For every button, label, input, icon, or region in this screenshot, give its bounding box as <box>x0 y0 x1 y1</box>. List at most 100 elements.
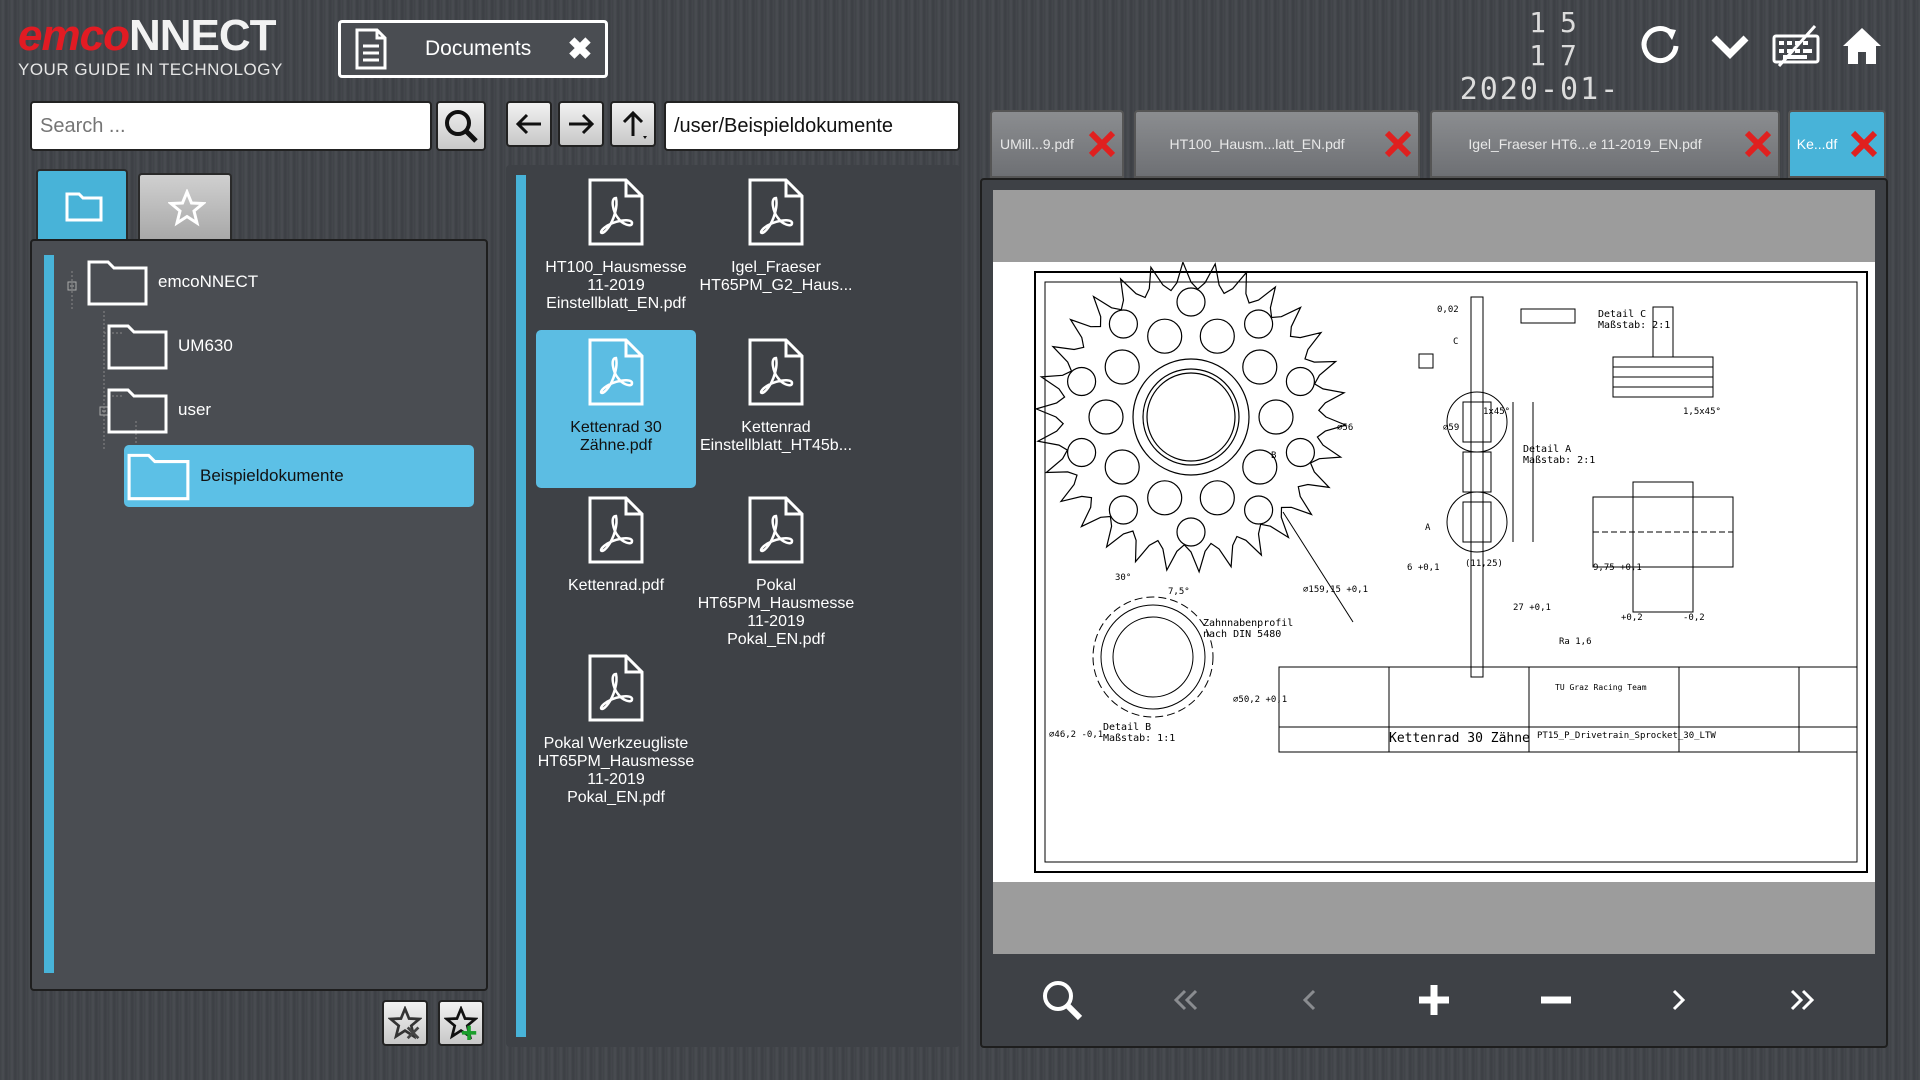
search-icon <box>445 110 478 143</box>
detail-b-view <box>1092 596 1214 718</box>
documents-app-tab[interactable]: Documents ✖ <box>338 20 608 78</box>
file-item[interactable]: Igel_Fraeser HT65PM_G2_Haus... <box>696 170 856 328</box>
org-label: TU Graz Racing Team <box>1555 683 1647 692</box>
file-item[interactable]: Pokal Werkzeugliste HT65PM_Hausmesse 11-20… <box>536 646 696 806</box>
folder-icon <box>127 453 190 501</box>
close-icon[interactable] <box>1738 129 1778 159</box>
prev-page-button[interactable] <box>1280 970 1340 1030</box>
pdf-file-icon <box>748 338 804 406</box>
file-name: Kettenrad 30 Zähne.pdf <box>570 419 662 454</box>
lightening-hole-outer <box>1244 309 1274 339</box>
forward-button[interactable] <box>558 101 604 147</box>
file-name: Pokal Werkzeugliste HT65PM_Hausmesse 11-20… <box>537 735 695 806</box>
dimension-label: 7,5° <box>1168 587 1190 597</box>
pdf-file-icon-wrap <box>586 338 646 411</box>
lightening-hole-outer <box>1285 437 1315 468</box>
pdf-tab-label: UMill...9.pdf <box>1000 136 1074 152</box>
tree-scrollbar[interactable] <box>44 255 54 973</box>
hub-spline-circle <box>1142 368 1240 466</box>
pdf-tab-kettenrad[interactable]: Ke...df <box>1788 110 1886 178</box>
hub-bore-circle <box>1146 372 1236 462</box>
dimension-label: 6 +0,1 <box>1407 563 1440 573</box>
file-item[interactable]: Kettenrad 30 Zähne.pdf <box>536 330 696 488</box>
file-list-scrollbar[interactable] <box>516 175 526 1037</box>
folder-icon <box>87 260 148 306</box>
tree-item-user[interactable]: user <box>106 379 211 441</box>
dimension-label: ⌀46,2 -0,1 <box>1049 730 1103 740</box>
path-input[interactable]: /user/Beispieldokumente <box>664 101 960 151</box>
lightening-hole-outer <box>1066 437 1097 468</box>
file-item[interactable]: Kettenrad Einstellblatt_HT45b... <box>696 330 856 488</box>
pdf-file-icon <box>588 654 644 722</box>
back-button[interactable] <box>506 101 552 147</box>
lightening-hole-inner <box>1088 399 1124 435</box>
zoom-out-button[interactable] <box>1526 970 1586 1030</box>
pdf-file-icon-wrap <box>586 496 646 569</box>
forward-arrow-icon <box>569 113 595 135</box>
detail-b-label: Detail B Maßstab: 1:1 <box>1103 722 1175 744</box>
keyboard-disabled-icon[interactable] <box>1768 18 1824 74</box>
close-icon[interactable] <box>1844 129 1884 159</box>
lightening-hole-inner <box>1199 480 1235 516</box>
dimension-label: -0,2 <box>1683 613 1705 623</box>
zoom-in-button[interactable] <box>1404 970 1464 1030</box>
close-icon[interactable] <box>1378 129 1418 159</box>
tree-item-emconnect[interactable]: emcoNNECT <box>86 251 258 313</box>
next-page-button[interactable] <box>1648 970 1708 1030</box>
last-page-button[interactable] <box>1772 970 1832 1030</box>
remove-favorite-button[interactable] <box>382 1000 428 1046</box>
pdf-file-icon <box>588 338 644 406</box>
lightening-hole-outer <box>1176 517 1206 547</box>
dimension-label: ⌀159,15 +0,1 <box>1303 585 1368 595</box>
lightening-hole-inner <box>1104 349 1140 385</box>
folder-icon <box>107 324 168 370</box>
dimension-leader-line <box>1282 511 1354 623</box>
close-icon[interactable] <box>1082 129 1122 159</box>
pdf-file-icon <box>588 178 644 246</box>
search-button[interactable] <box>436 101 486 151</box>
pdf-file-icon-wrap <box>586 178 646 251</box>
file-item[interactable]: Pokal HT65PM_Hausmesse 11-2019 Pokal_EN.pdf <box>696 488 856 648</box>
tree-item-label: user <box>178 400 212 419</box>
pdf-tab-umill[interactable]: UMill...9.pdf <box>990 110 1124 178</box>
tab-folders[interactable] <box>36 169 128 241</box>
lightening-hole-outer <box>1066 366 1097 397</box>
drawing-number: PT15_P_Drivetrain_Sprocket_30_LTW <box>1537 731 1716 741</box>
dimension-label: 30° <box>1115 573 1131 583</box>
prev-page-icon <box>1302 989 1316 1011</box>
zoom-button[interactable] <box>1032 970 1092 1030</box>
tree-item-um630[interactable]: UM630 <box>106 315 233 377</box>
file-item[interactable]: Kettenrad.pdf <box>536 488 696 646</box>
tab-favorites[interactable] <box>138 173 232 239</box>
refresh-icon[interactable] <box>1634 18 1690 74</box>
file-item[interactable]: HT100_Hausmesse 11-2019 Einstellblatt_EN.p… <box>536 170 696 328</box>
tree-item-beispieldokumente[interactable]: Beispieldokumente <box>124 445 474 507</box>
search-input[interactable] <box>30 101 432 151</box>
spline-note: Zahnnabenprofil nach DIN 5480 <box>1203 618 1293 640</box>
pdf-page[interactable]: Detail C Maßstab: 2:1 Detail A Maßstab: 2:… <box>993 260 1875 882</box>
dimension-label: ⌀59 <box>1443 423 1459 433</box>
lightening-hole-outer <box>1176 287 1206 317</box>
pdf-file-icon <box>748 178 804 246</box>
tree-item-label: UM630 <box>178 336 233 355</box>
chevron-down-icon[interactable] <box>1702 18 1758 74</box>
detail-a-label: Detail A Maßstab: 2:1 <box>1523 444 1595 466</box>
pdf-tab-ht100[interactable]: HT100_Hausm...latt_EN.pdf <box>1134 110 1420 178</box>
dimension-labels: ⌀159,15 +0,1 ⌀46,2 -0,1 ⌀50,2 +0,1 30° 7,5° ⌀… <box>1049 305 1721 740</box>
tree-item-label: emcoNNECT <box>158 272 259 291</box>
home-icon[interactable] <box>1834 18 1890 74</box>
lightening-hole-inner <box>1242 349 1278 385</box>
file-name: Kettenrad.pdf <box>567 577 665 594</box>
logo-emco: emco <box>18 11 130 60</box>
dimension-label: 27 +0,1 <box>1513 603 1551 613</box>
close-icon[interactable]: ✖ <box>555 32 605 67</box>
sprocket-side-view <box>1418 296 1576 678</box>
add-favorite-button[interactable] <box>438 1000 484 1046</box>
file-name: Kettenrad Einstellblatt_HT45b... <box>699 419 853 454</box>
first-page-button[interactable] <box>1156 970 1216 1030</box>
lightening-hole-outer <box>1285 366 1315 397</box>
up-button[interactable] <box>610 101 656 147</box>
pdf-tab-igel-fraeser[interactable]: Igel_Fraeser HT6...e 11-2019_EN.pdf <box>1430 110 1780 178</box>
up-arrow-icon <box>622 110 647 139</box>
first-page-icon <box>1173 989 1198 1011</box>
